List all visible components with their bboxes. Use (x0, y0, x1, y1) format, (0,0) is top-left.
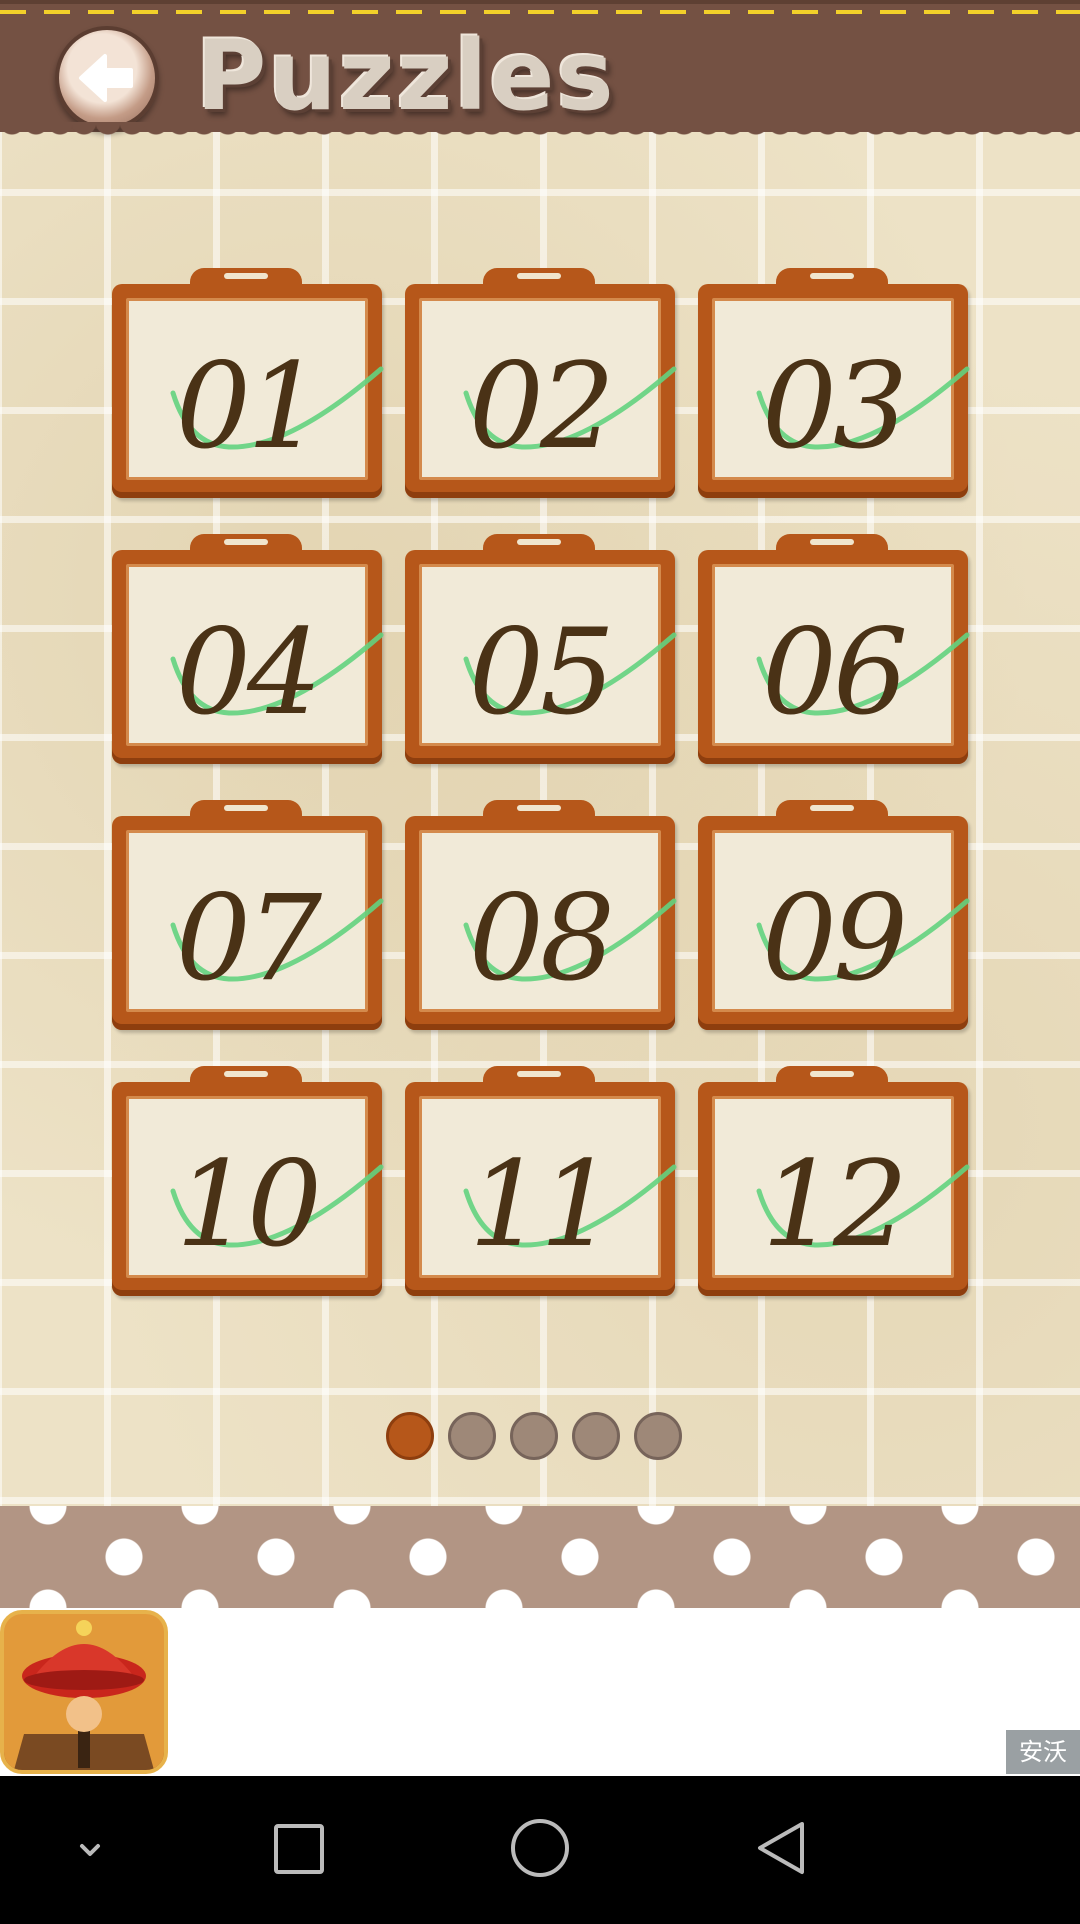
level-frame: 04 (112, 550, 384, 764)
recents-square-icon (274, 1824, 324, 1874)
nav-back-button[interactable] (720, 1776, 840, 1920)
level-number: 07 (175, 869, 322, 1007)
level-number: 05 (468, 603, 615, 741)
page-dot[interactable] (572, 1412, 620, 1460)
level-paper: 06 (712, 564, 970, 746)
level-button[interactable]: 06 (698, 534, 970, 764)
level-paper: 01 (126, 298, 384, 480)
level-frame: 06 (698, 550, 970, 764)
level-button[interactable]: 09 (698, 800, 970, 1030)
level-button[interactable]: 10 (112, 1066, 384, 1296)
level-number: 04 (175, 603, 322, 741)
page-dot[interactable] (448, 1412, 496, 1460)
level-button[interactable]: 02 (405, 268, 677, 498)
level-frame: 03 (698, 284, 970, 498)
level-paper: 02 (419, 298, 677, 480)
level-button[interactable]: 08 (405, 800, 677, 1030)
level-button[interactable]: 12 (698, 1066, 970, 1296)
level-paper: 05 (419, 564, 677, 746)
nav-recents-button[interactable] (240, 1776, 360, 1920)
level-paper: 08 (419, 830, 677, 1012)
emperor-hat-icon (4, 1614, 164, 1770)
home-circle-icon (511, 1819, 569, 1877)
level-button[interactable]: 11 (405, 1066, 677, 1296)
level-button[interactable]: 05 (405, 534, 677, 764)
ad-banner[interactable] (0, 1608, 1080, 1776)
back-arrow-icon (79, 54, 133, 102)
back-triangle-icon (758, 1822, 804, 1874)
level-paper: 07 (126, 830, 384, 1012)
level-frame: 12 (698, 1082, 970, 1296)
level-number: 12 (761, 1135, 908, 1273)
page-dot[interactable] (510, 1412, 558, 1460)
level-frame: 10 (112, 1082, 384, 1296)
page-dot[interactable] (634, 1412, 682, 1460)
back-button[interactable] (55, 26, 159, 130)
level-paper: 03 (712, 298, 970, 480)
level-frame: 08 (405, 816, 677, 1030)
level-frame: 07 (112, 816, 384, 1030)
level-frame: 05 (405, 550, 677, 764)
level-number: 01 (175, 337, 322, 475)
level-number: 10 (175, 1135, 322, 1273)
level-paper: 04 (126, 564, 384, 746)
chevron-down-icon (80, 1844, 100, 1856)
level-paper: 12 (712, 1096, 970, 1278)
system-nav-bar (0, 1776, 1080, 1920)
header-scallop-edge (0, 122, 1080, 156)
nav-chevron-down[interactable] (30, 1776, 150, 1920)
level-number: 11 (468, 1135, 615, 1273)
page-dot[interactable] (386, 1412, 434, 1460)
level-number: 06 (761, 603, 908, 741)
ad-label: 安沃 (1006, 1730, 1080, 1774)
level-paper: 10 (126, 1096, 384, 1278)
level-paper: 11 (419, 1096, 677, 1278)
polka-dot-band (0, 1506, 1080, 1608)
level-frame: 11 (405, 1082, 677, 1296)
level-number: 09 (761, 869, 908, 1007)
level-button[interactable]: 07 (112, 800, 384, 1030)
game-screen: Puzzles 01 02 03 04 05 06 07 08 09 10 11 12 (0, 0, 1080, 1506)
level-frame: 02 (405, 284, 677, 498)
level-number: 08 (468, 869, 615, 1007)
level-paper: 09 (712, 830, 970, 1012)
level-frame: 09 (698, 816, 970, 1030)
level-button[interactable]: 03 (698, 268, 970, 498)
level-number: 03 (761, 337, 908, 475)
level-frame: 01 (112, 284, 384, 498)
level-button[interactable]: 01 (112, 268, 384, 498)
nav-home-button[interactable] (480, 1776, 600, 1920)
ad-app-icon[interactable] (0, 1610, 168, 1774)
level-button[interactable]: 04 (112, 534, 384, 764)
header-bar: Puzzles (0, 0, 1080, 156)
page-title: Puzzles (196, 20, 616, 132)
dashed-stitch (0, 10, 1080, 14)
level-number: 02 (468, 337, 615, 475)
